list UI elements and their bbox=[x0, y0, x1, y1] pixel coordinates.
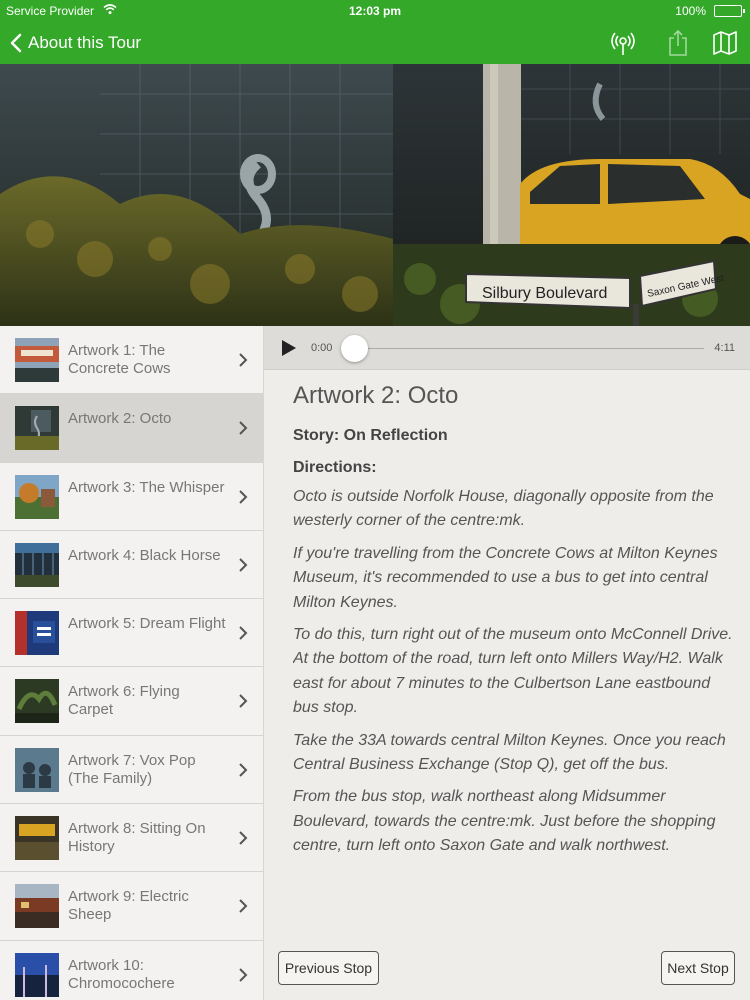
stop-thumbnail bbox=[15, 747, 59, 792]
directions-paragraph: If you're travelling from the Concrete C… bbox=[293, 544, 718, 611]
stop-thumbnail bbox=[15, 542, 59, 587]
stop-thumbnail bbox=[15, 474, 59, 519]
article-body[interactable]: Artwork 2: Octo Story: On Reflection Dir… bbox=[293, 382, 733, 934]
chevron-right-icon bbox=[239, 626, 248, 640]
stop-item-7[interactable]: Artwork 7: Vox Pop (The Family) bbox=[0, 736, 263, 805]
previous-stop-button[interactable]: Previous Stop bbox=[278, 951, 379, 985]
street-sign-main: Silbury Boulevard bbox=[482, 285, 607, 302]
total-time: 4:11 bbox=[714, 342, 735, 354]
stop-navigation: Previous Stop Next Stop bbox=[264, 934, 750, 1000]
stop-detail: 0:00 4:11 Artwork 2: Octo Story: On Refl… bbox=[264, 326, 750, 1000]
status-bar: Service Provider 12:03 pm 100% bbox=[0, 0, 750, 22]
current-time: 0:00 bbox=[311, 342, 333, 354]
scrubber-handle[interactable] bbox=[341, 335, 368, 362]
stop-list: Artwork 1: The Concrete Cows Artwork 2: … bbox=[0, 326, 264, 1000]
stop-item-4[interactable]: Artwork 4: Black Horse bbox=[0, 531, 263, 600]
progress-track[interactable] bbox=[354, 348, 704, 349]
back-label: About this Tour bbox=[28, 33, 142, 52]
directions-paragraph: From the bus stop, walk northeast along … bbox=[293, 788, 716, 855]
nav-bar: About this Tour bbox=[0, 22, 750, 64]
stop-item-6[interactable]: Artwork 6: Flying Carpet bbox=[0, 667, 263, 736]
back-button[interactable]: About this Tour bbox=[10, 30, 141, 56]
stop-thumbnail bbox=[15, 611, 59, 656]
next-stop-button[interactable]: Next Stop bbox=[661, 951, 735, 985]
share-icon[interactable] bbox=[664, 29, 692, 57]
directions-paragraph: To do this, turn right out of the museum… bbox=[293, 626, 733, 717]
page-title: Artwork 2: Octo bbox=[293, 382, 459, 409]
map-icon[interactable] bbox=[711, 29, 739, 57]
story-heading: Story: On Reflection bbox=[293, 427, 448, 444]
stop-thumbnail bbox=[15, 816, 59, 861]
chevron-right-icon bbox=[239, 421, 248, 436]
stop-thumbnail bbox=[15, 884, 59, 929]
chevron-right-icon bbox=[239, 353, 248, 367]
directions-paragraph: Octo is outside Norfolk House, diagonall… bbox=[293, 488, 714, 530]
audio-player: 0:00 4:11 bbox=[264, 326, 750, 370]
stop-item-5[interactable]: Artwork 5: Dream Flight bbox=[0, 599, 263, 668]
stop-thumbnail bbox=[15, 338, 59, 382]
stop-item-1[interactable]: Artwork 1: The Concrete Cows bbox=[0, 326, 263, 395]
chevron-right-icon bbox=[239, 763, 248, 777]
chevron-right-icon bbox=[239, 967, 248, 982]
stop-item-9[interactable]: Artwork 9: Electric Sheep bbox=[0, 872, 263, 941]
directions-paragraph: Take the 33A towards central Milton Keyn… bbox=[293, 731, 726, 774]
stop-thumbnail bbox=[15, 679, 59, 724]
chevron-right-icon bbox=[239, 694, 248, 709]
stop-item-3[interactable]: Artwork 3: The Whisper bbox=[0, 463, 263, 531]
directions-heading: Directions: bbox=[293, 459, 377, 476]
stop-item-10[interactable]: Artwork 10: Chromocochere bbox=[0, 941, 263, 1000]
stop-thumbnail bbox=[15, 406, 59, 451]
stop-thumbnail bbox=[15, 952, 59, 997]
broadcast-icon[interactable] bbox=[609, 29, 637, 57]
chevron-right-icon bbox=[239, 831, 248, 845]
battery-percent: 100% bbox=[675, 4, 706, 18]
stop-item-8[interactable]: Artwork 8: Sitting On History bbox=[0, 804, 263, 873]
hero-image: Silbury Boulevard Saxon Gate West bbox=[0, 64, 750, 326]
chevron-left-icon bbox=[10, 33, 22, 53]
battery-icon bbox=[714, 5, 745, 17]
chevron-right-icon bbox=[239, 489, 248, 504]
chevron-right-icon bbox=[239, 558, 248, 572]
play-icon[interactable] bbox=[281, 339, 297, 357]
stop-item-2[interactable]: Artwork 2: Octo bbox=[0, 394, 263, 463]
clock: 12:03 pm bbox=[348, 4, 402, 18]
chevron-right-icon bbox=[239, 899, 248, 914]
